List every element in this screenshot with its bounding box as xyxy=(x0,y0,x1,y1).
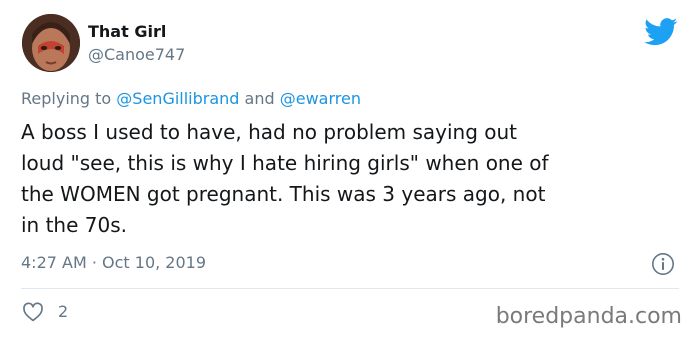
replying-to: Replying to @SenGillibrand and @ewarren xyxy=(21,89,361,109)
display-name[interactable]: That Girl xyxy=(88,22,166,42)
replying-to-label: Replying to xyxy=(21,89,117,108)
like-count: 2 xyxy=(58,302,69,321)
like-button[interactable]: 2 xyxy=(22,301,68,323)
tweet-card: That Girl @Canoe747 Replying to @SenGill… xyxy=(0,0,700,341)
mention-sengillibrand[interactable]: @SenGillibrand xyxy=(116,89,239,108)
avatar-image xyxy=(22,14,80,72)
tweet-text: A boss I used to have, had no problem sa… xyxy=(21,120,549,237)
avatar[interactable] xyxy=(22,14,80,72)
divider xyxy=(21,288,679,289)
replying-to-connector: and xyxy=(239,89,280,108)
mention-ewarren[interactable]: @ewarren xyxy=(280,89,361,108)
info-icon[interactable] xyxy=(651,252,675,276)
user-handle[interactable]: @Canoe747 xyxy=(88,45,185,65)
heart-icon[interactable] xyxy=(22,301,44,323)
twitter-bird-icon[interactable] xyxy=(644,18,678,46)
watermark: boredpanda.com xyxy=(495,304,682,329)
tweet-timestamp[interactable]: 4:27 AM · Oct 10, 2019 xyxy=(21,253,206,273)
